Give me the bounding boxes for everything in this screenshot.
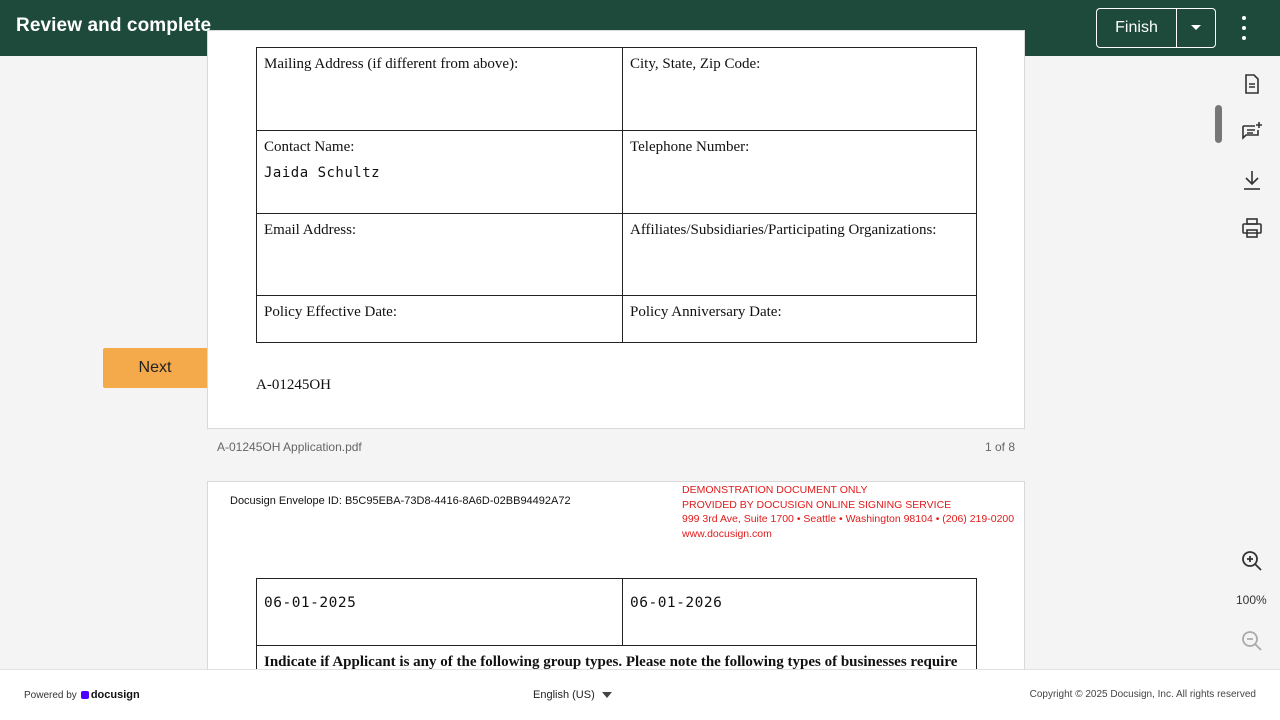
city-state-zip-cell: City, State, Zip Code: <box>622 47 977 131</box>
email-cell: Email Address: <box>256 213 623 296</box>
print-icon[interactable] <box>1240 216 1264 240</box>
demo-watermark: DEMONSTRATION DOCUMENT ONLY PROVIDED BY … <box>682 483 1014 541</box>
anniversary-date-value: 06-01-2026 <box>622 578 977 646</box>
city-state-zip-label: City, State, Zip Code: <box>630 56 761 72</box>
more-options-icon[interactable] <box>1232 14 1256 42</box>
zoom-in-icon[interactable] <box>1240 549 1264 573</box>
envelope-id: Docusign Envelope ID: B5C95EBA-73D8-4416… <box>230 495 571 507</box>
demo-line: PROVIDED BY DOCUSIGN ONLINE SIGNING SERV… <box>682 498 952 511</box>
policy-anniversary-date-cell: Policy Anniversary Date: <box>622 295 977 343</box>
powered-by: Powered by docusign <box>24 689 140 701</box>
add-comment-icon[interactable] <box>1240 120 1264 144</box>
contact-name-cell: Contact Name: Jaida Schultz <box>256 130 623 214</box>
form-code: A-01245OH <box>256 377 331 393</box>
document-page-2: Docusign Envelope ID: B5C95EBA-73D8-4416… <box>207 481 1025 681</box>
docusign-logo-icon <box>80 691 89 699</box>
document-page-1: Mailing Address (if different from above… <box>207 30 1025 429</box>
mailing-address-label: Mailing Address (if different from above… <box>264 56 519 72</box>
demo-line: www.docusign.com <box>682 527 772 540</box>
footer-bar: Powered by docusign English (US) Copyrig… <box>0 669 1280 720</box>
brand-name: docusign <box>90 689 140 701</box>
document-icon[interactable] <box>1240 72 1264 96</box>
policy-dates-table: 06-01-2025 06-01-2026 Indicate if Applic… <box>256 578 977 680</box>
policy-effective-date-label: Policy Effective Date: <box>264 304 398 320</box>
affiliates-cell: Affiliates/Subsidiaries/Participating Or… <box>622 213 977 296</box>
policy-anniversary-date-label: Policy Anniversary Date: <box>630 304 782 320</box>
demo-line: 999 3rd Ave, Suite 1700 • Seattle • Wash… <box>682 513 1015 526</box>
next-field-button[interactable]: Next <box>103 348 207 388</box>
caret-down-icon <box>1191 25 1201 30</box>
applicant-info-table: Mailing Address (if different from above… <box>256 47 977 343</box>
copyright-text: Copyright © 2025 Docusign, Inc. All righ… <box>1029 689 1256 700</box>
page-title: Review and complete <box>16 15 212 36</box>
language-selector[interactable]: English (US) <box>533 689 612 701</box>
zoom-level: 100% <box>1236 593 1267 607</box>
finish-options-dropdown[interactable] <box>1177 9 1215 47</box>
contact-name-value: Jaida Schultz <box>264 165 381 181</box>
document-filename: A-01245OH Application.pdf <box>217 440 362 454</box>
email-label: Email Address: <box>264 222 357 238</box>
page-counter: 1 of 8 <box>985 440 1016 454</box>
download-icon[interactable] <box>1240 168 1264 192</box>
contact-name-label: Contact Name: <box>264 139 355 155</box>
finish-button-group: Finish <box>1096 8 1216 48</box>
language-label: English (US) <box>533 689 595 701</box>
affiliates-label: Affiliates/Subsidiaries/Participating Or… <box>630 222 937 238</box>
scrollbar-thumb[interactable] <box>1215 105 1222 143</box>
demo-line: DEMONSTRATION DOCUMENT ONLY <box>682 484 868 496</box>
powered-by-label: Powered by <box>24 689 77 701</box>
telephone-cell: Telephone Number: <box>622 130 977 214</box>
zoom-out-icon[interactable] <box>1240 629 1264 653</box>
finish-button[interactable]: Finish <box>1097 9 1177 47</box>
effective-date-value: 06-01-2025 <box>256 578 623 646</box>
telephone-label: Telephone Number: <box>630 139 750 155</box>
mailing-address-cell: Mailing Address (if different from above… <box>256 47 623 131</box>
caret-down-icon <box>601 692 612 698</box>
policy-effective-date-cell: Policy Effective Date: <box>256 295 623 343</box>
